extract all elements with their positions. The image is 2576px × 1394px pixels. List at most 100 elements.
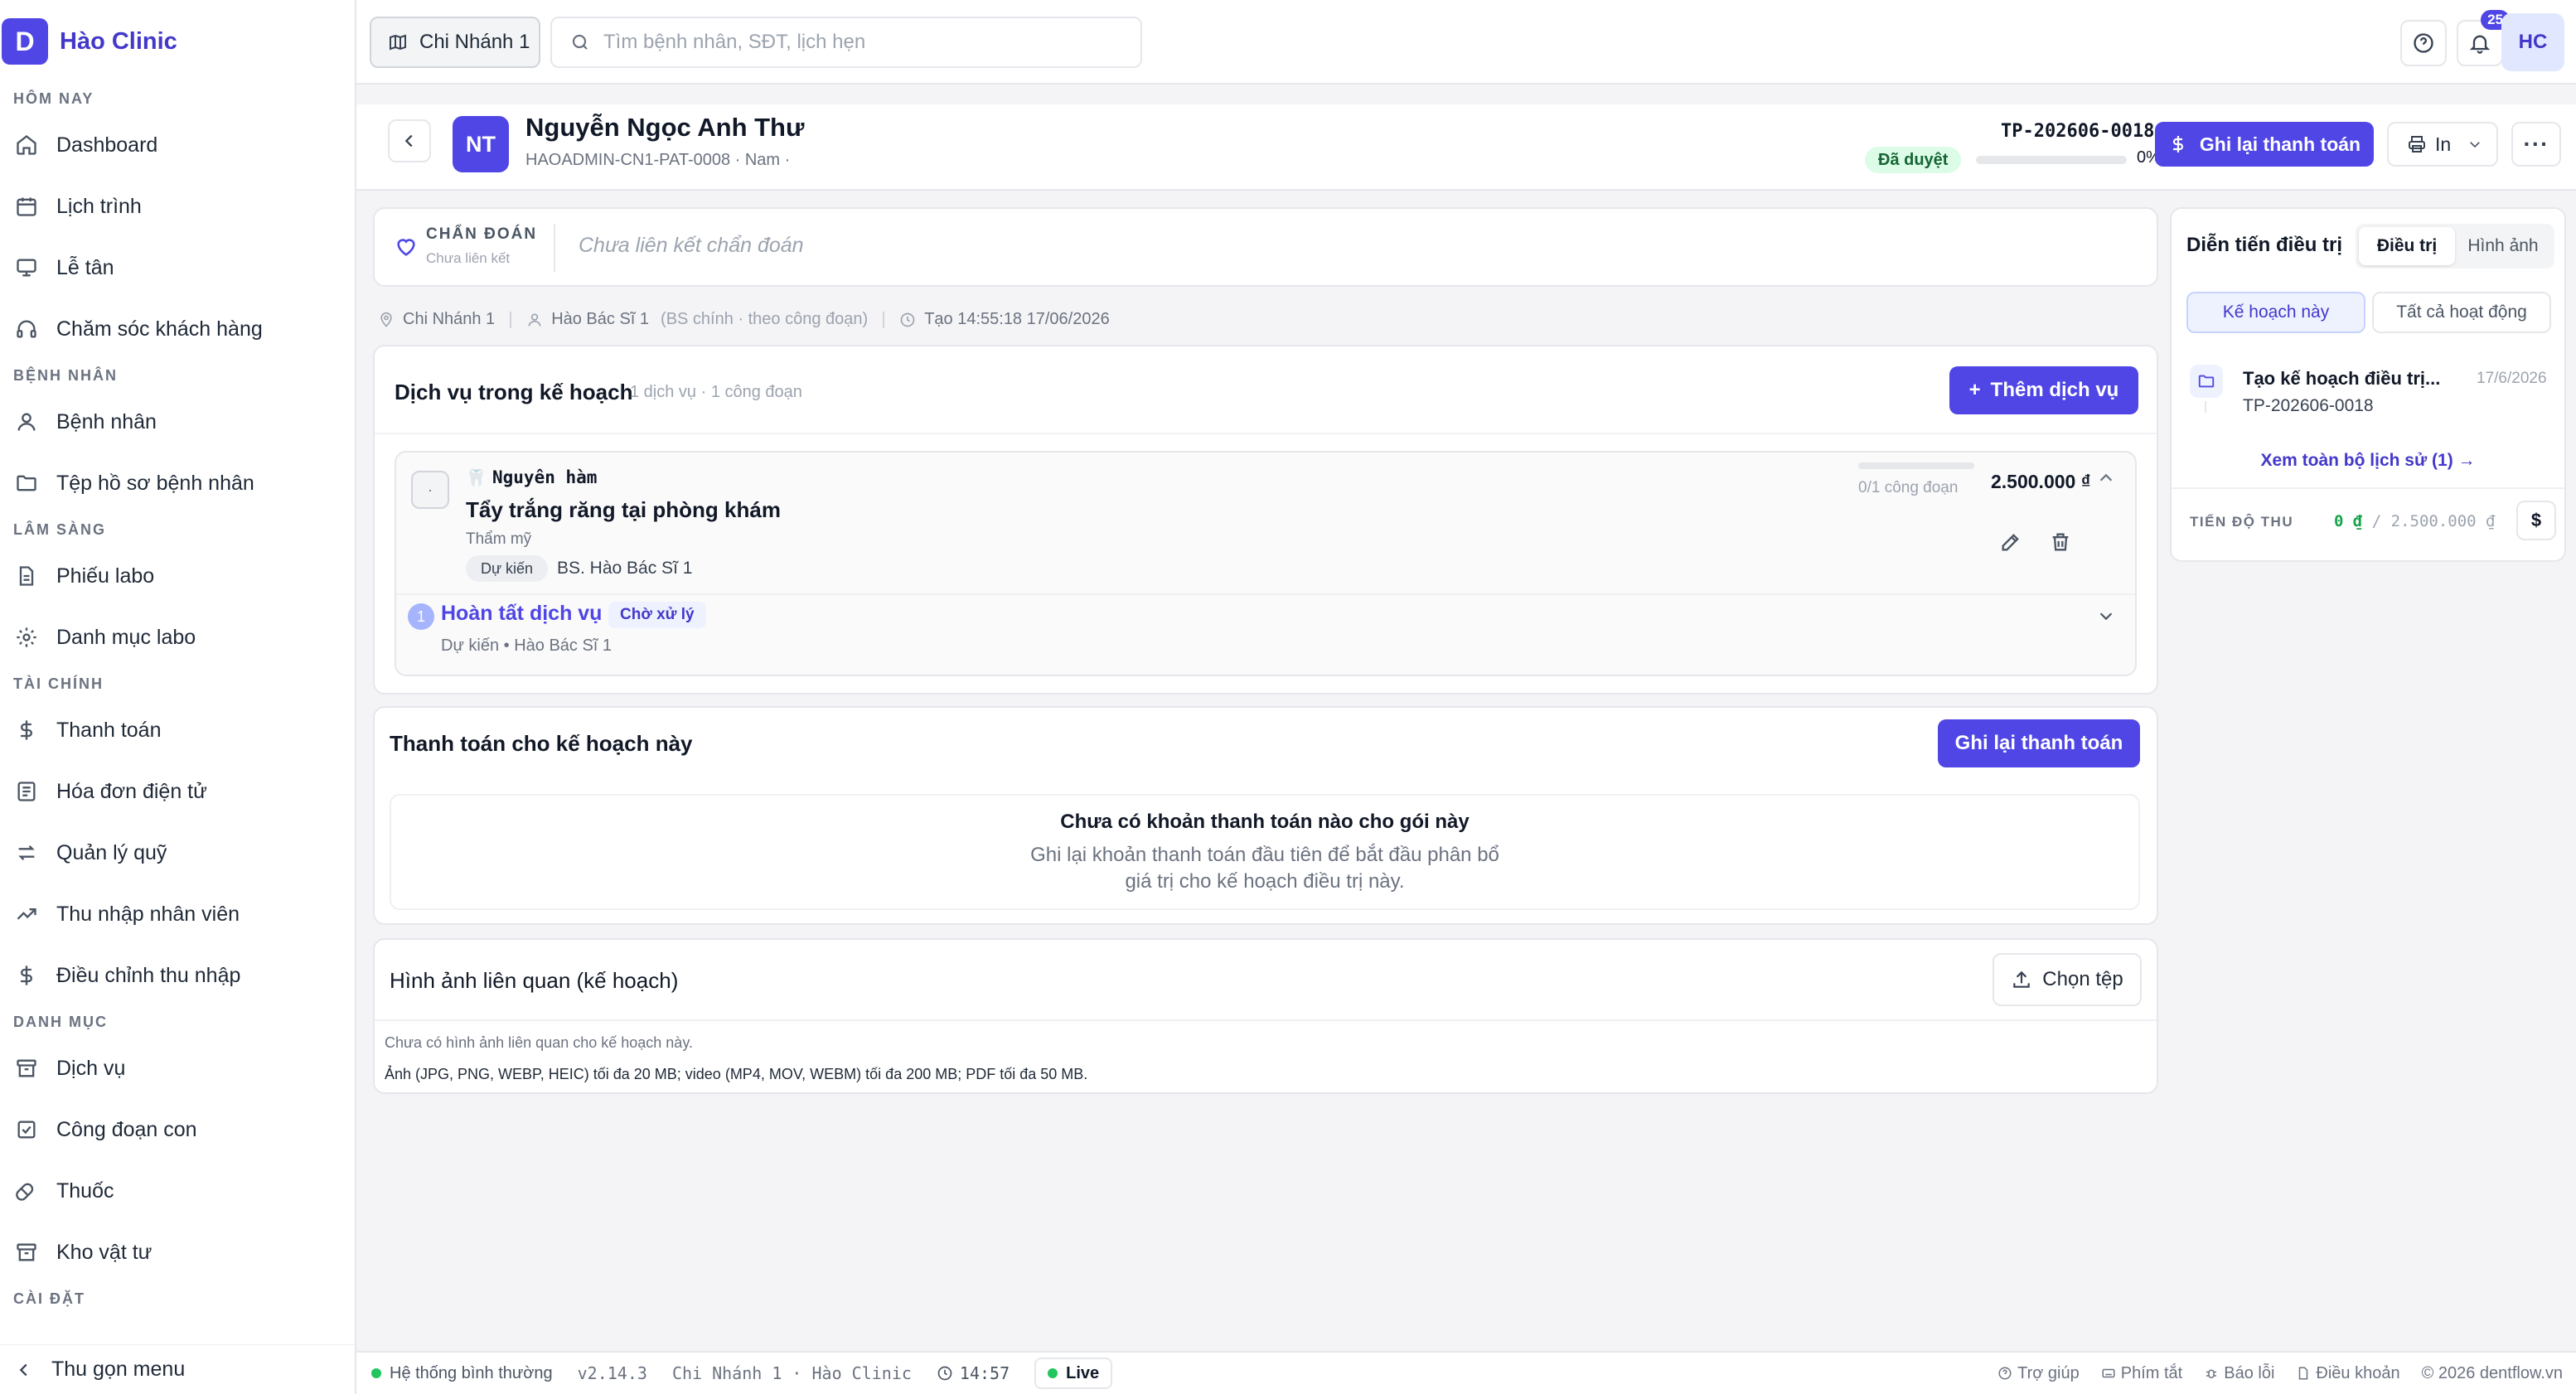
tab-treatment[interactable]: Điều trị [2359,227,2455,265]
payments-empty-state: Chưa có khoản thanh toán nào cho gói này… [390,794,2140,910]
sidebar-item-e-invoices[interactable]: Hóa đơn điện tử [0,761,355,822]
collapse-menu-button[interactable]: Thu gọn menu [0,1344,355,1394]
sidebar-item-substages[interactable]: Công đoạn con [0,1099,355,1160]
terms-link[interactable]: Điều khoản [2296,1364,2400,1383]
filter-this-plan[interactable]: Kế hoạch này [2186,292,2365,333]
sidebar-item-dashboard[interactable]: Dashboard [0,114,355,176]
shortcuts-link[interactable]: Phím tắt [2101,1364,2182,1383]
chevron-up-icon[interactable] [2097,469,2115,487]
topbar: Chi Nhánh 1 25 HC [356,0,2576,85]
back-button[interactable] [388,119,431,162]
edit-icon[interactable] [1999,530,2022,554]
record-payment-button[interactable]: Ghi lại thanh toán [1938,719,2140,767]
report-bug-label: Báo lỗi [2224,1363,2275,1382]
search-box[interactable] [550,17,1142,68]
record-payment-button[interactable]: Ghi lại thanh toán [2155,122,2374,167]
service-item[interactable]: · 🦷 Nguyên hàm Tẩy trắng răng tại phòng … [395,451,2137,676]
sidebar-item-income-adjust[interactable]: Điều chỉnh thu nhập [0,945,355,1006]
bell-icon [2469,35,2491,54]
sidebar-item-staff-income[interactable]: Thu nhập nhân viên [0,883,355,945]
patient-header: NT Nguyễn Ngọc Anh Thư HAOADMIN-CN1-PAT-… [356,104,2576,191]
nav-section-catalog: Danh mục [13,1014,108,1030]
tab-images[interactable]: Hình ảnh [2455,227,2551,265]
sidebar-item-label: Danh mục labo [56,625,196,649]
sidebar-item-patients[interactable]: Bệnh nhân [0,391,355,453]
services-count: 1 dịch vụ · 1 công đoạn [630,383,802,401]
calendar-icon [17,197,36,216]
revenue-payment-button[interactable]: $ [2516,501,2556,540]
clock: 14:57 [937,1363,1010,1383]
more-icon: ··· [2523,131,2549,157]
monitor-icon [17,259,36,277]
diagnosis-card[interactable]: Chẩn đoán Chưa liên kết Chưa liên kết ch… [373,207,2158,287]
payments-empty-title: Chưa có khoản thanh toán nào cho gói này [1060,811,1470,833]
payments-empty-desc-line: giá trị cho kế hoạch điều trị này. [1125,870,1405,893]
more-options-button[interactable]: ··· [2511,122,2561,167]
brand[interactable]: D Hào Clinic [0,0,355,83]
service-group: Thẩm mỹ [466,530,532,548]
heart-icon [397,239,415,256]
sidebar-item-medicine[interactable]: Thuốc [0,1160,355,1222]
sidebar-item-label: Phiếu labo [56,564,155,588]
sidebar-item-label: Điều chỉnh thu nhập [56,963,241,987]
sidebar-item-inventory[interactable]: Kho vật tư [0,1222,355,1283]
step-title[interactable]: Hoàn tất dịch vụ [441,602,602,626]
pill-icon [16,1183,34,1201]
trash-icon[interactable] [2049,530,2072,554]
help-button[interactable] [2400,20,2447,66]
chevron-down-icon[interactable] [2097,607,2115,625]
file-icon [19,566,34,586]
service-name: Tẩy trắng răng tại phòng khám [466,497,781,522]
sidebar-item-label: Lịch trình [56,194,142,218]
payments-title: Thanh toán cho kế hoạch này [390,731,693,756]
sidebar-item-funds[interactable]: Quản lý quỹ [0,822,355,883]
treatment-progress-panel: Diễn tiến điều trị Điều trị Hình ảnh Kế … [2170,207,2566,562]
view-history-label: Xem toàn bộ lịch sử (1) [2260,451,2453,470]
notifications-button[interactable]: 25 [2457,10,2510,66]
plan-meta-row: Chi Nhánh 1 Hào Bác Sĩ 1 (BS chính · the… [378,310,1110,329]
revenue-progress-label: Tiến độ thu [2190,514,2294,530]
keyboard-icon [2102,1368,2115,1378]
user-avatar[interactable]: HC [2501,13,2564,71]
folder-icon-glyph [2198,375,2215,388]
filter-all-activity[interactable]: Tất cả hoạt động [2372,292,2551,333]
collapse-menu-label: Thu gọn menu [51,1358,186,1381]
copyright: © 2026 dentflow.vn [2421,1363,2563,1382]
current-location: Chi Nhánh 1 · Hào Clinic [671,1363,912,1383]
print-button[interactable]: In [2387,122,2498,167]
panel-tabs: Điều trị Hình ảnh [2356,224,2554,269]
sidebar-item-reception[interactable]: Lễ tân [0,237,355,298]
service-handle[interactable]: · [411,471,449,509]
sidebar-item-label: Tệp hồ sơ bệnh nhân [56,471,254,495]
folder-icon [2190,365,2223,398]
chevron-left-icon [404,134,413,148]
search-input[interactable] [603,31,1117,54]
add-service-button[interactable]: + Thêm dịch vụ [1949,366,2138,414]
sidebar-item-lab-orders[interactable]: Phiếu labo [0,545,355,607]
sidebar-item-services[interactable]: Dịch vụ [0,1038,355,1099]
images-file-hint: Ảnh (JPG, PNG, WEBP, HEIC) tối đa 20 MB;… [385,1066,1088,1082]
printer-icon [2409,136,2425,152]
service-price: 2.500.000 ₫ [1991,471,2091,492]
brand-logo: D [2,18,48,65]
sidebar-item-lab-catalog[interactable]: Danh mục labo [0,607,355,668]
sidebar-item-label: Quản lý quỹ [56,840,167,864]
nav-section-clinical: Lâm sàng [13,521,106,538]
location-pin-icon [380,312,392,327]
sidebar: D Hào Clinic Hôm nay Dashboard Lịch trìn… [0,0,356,1394]
shortcuts-link-label: Phím tắt [2120,1363,2183,1382]
meta-doctor: Hào Bác Sĩ 1 [551,310,650,328]
choose-file-button[interactable]: Chọn tệp [1993,953,2142,1006]
sidebar-item-payments[interactable]: Thanh toán [0,699,355,761]
map-icon [390,34,406,51]
view-history-link[interactable]: Xem toàn bộ lịch sử (1) → [2172,451,2564,471]
timeline-entry-title[interactable]: Tạo kế hoạch điều trị... [2243,368,2440,390]
branch-selector[interactable]: Chi Nhánh 1 [370,17,540,68]
sidebar-item-schedule[interactable]: Lịch trình [0,176,355,237]
sidebar-item-customer-care[interactable]: Chăm sóc khách hàng [0,298,355,360]
help-link[interactable]: Trợ giúp [1997,1364,2080,1383]
sidebar-item-patient-files[interactable]: Tệp hồ sơ bệnh nhân [0,453,355,514]
step-number: 1 [408,603,434,630]
sidebar-item-label: Công đoạn con [56,1117,197,1141]
report-bug-link[interactable]: Báo lỗi [2204,1364,2274,1383]
